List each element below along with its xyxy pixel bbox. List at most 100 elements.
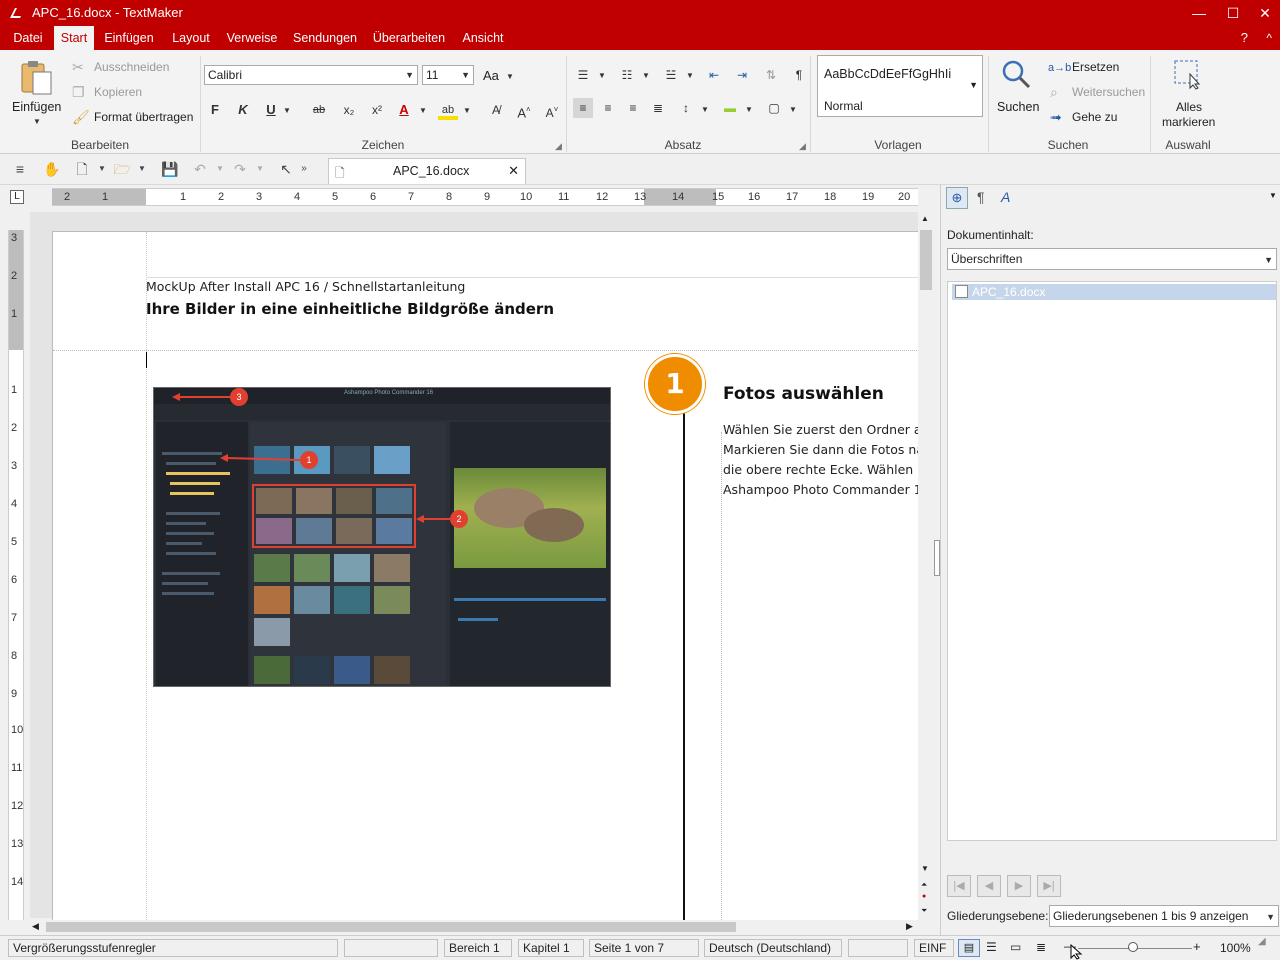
goto-button[interactable]: Gehe zu: [1072, 110, 1117, 124]
page-view-icon[interactable]: ▤: [958, 939, 980, 957]
close-button[interactable]: ✕: [1248, 0, 1280, 26]
search-icon[interactable]: [1000, 58, 1032, 90]
tab-start[interactable]: Start: [54, 26, 94, 50]
copy-button[interactable]: Kopieren: [94, 85, 142, 99]
numbered-list-icon[interactable]: ☷: [617, 65, 637, 85]
hamburger-menu-icon[interactable]: ≡: [10, 159, 30, 179]
document-outline-tree[interactable]: APC_16.docx: [947, 281, 1277, 841]
pilcrow-icon[interactable]: ¶: [977, 189, 985, 205]
hand-tool-icon[interactable]: ✋: [42, 159, 62, 179]
tab-sendungen[interactable]: Sendungen: [288, 26, 362, 50]
cut-button[interactable]: Ausschneiden: [94, 60, 169, 74]
style-gallery[interactable]: AaBbCcDdEeFfGgHhIi Normal ▼: [817, 55, 983, 117]
status-chapter[interactable]: Kapitel 1: [518, 939, 584, 957]
minimize-button[interactable]: —: [1182, 0, 1216, 26]
bullet-list-dropdown-icon[interactable]: ▼: [598, 71, 606, 80]
tab-einfuegen[interactable]: Einfügen: [98, 26, 160, 50]
pilcrow-icon[interactable]: ¶: [789, 65, 809, 85]
zoom-slider-thumb[interactable]: [1128, 942, 1138, 952]
maximize-button[interactable]: ☐: [1216, 0, 1250, 26]
status-section[interactable]: Bereich 1: [444, 939, 512, 957]
decrease-indent-icon[interactable]: ⇤: [704, 65, 724, 85]
align-left-icon[interactable]: ≡: [573, 98, 593, 118]
open-dropdown-icon[interactable]: ▼: [132, 159, 152, 179]
dialog-launcher-icon[interactable]: ◢: [799, 141, 806, 152]
grow-font-icon[interactable]: A˄: [514, 100, 534, 120]
borders-dropdown-icon[interactable]: ▼: [789, 105, 797, 114]
paste-icon[interactable]: [16, 58, 56, 98]
status-insert-mode[interactable]: EINF: [914, 939, 954, 957]
paste-button[interactable]: Einfügen: [12, 100, 61, 114]
pointer-icon[interactable]: ↖: [276, 159, 296, 179]
italic-icon[interactable]: K: [233, 100, 253, 120]
close-tab-icon[interactable]: ✕: [508, 163, 519, 179]
font-size-combo[interactable]: 11 ▼: [422, 65, 474, 85]
find-next-button[interactable]: Weitersuchen: [1072, 85, 1145, 99]
highlight-dropdown-icon[interactable]: ▼: [463, 106, 471, 115]
bullet-list-icon[interactable]: ☰: [573, 65, 593, 85]
select-all-line2[interactable]: markieren: [1162, 115, 1215, 129]
collapse-ribbon-button[interactable]: ^: [1266, 26, 1272, 50]
horizontal-ruler[interactable]: 2 1 1 2 3 4 5 6 7 8 9 10 11 12 13 14 15 16 17 18 19 20: [52, 188, 918, 206]
save-icon[interactable]: 💾: [160, 159, 180, 179]
sidebar-menu-icon[interactable]: ▼: [1269, 191, 1277, 200]
outline-checkbox[interactable]: [955, 285, 968, 298]
resize-grip-icon[interactable]: ◢: [1258, 936, 1266, 947]
scrollbar-thumb[interactable]: [46, 922, 736, 932]
chevron-down-icon[interactable]: ▼: [969, 80, 978, 90]
justify-icon[interactable]: ≣: [648, 98, 668, 118]
line-spacing-dropdown-icon[interactable]: ▼: [701, 105, 709, 114]
tab-ueberarbeiten[interactable]: Überarbeiten: [368, 26, 450, 50]
format-painter-button[interactable]: Format übertragen: [94, 110, 193, 124]
tab-verweise[interactable]: Verweise: [222, 26, 282, 50]
continuous-view-icon[interactable]: ☰: [986, 940, 997, 954]
browse-object-icon[interactable]: ●: [922, 893, 926, 900]
scroll-left-icon[interactable]: ◀: [32, 921, 39, 932]
status-language[interactable]: Deutsch (Deutschland): [704, 939, 842, 957]
document-page[interactable]: MockUp After Install APC 16 / Schnellsta…: [52, 231, 918, 921]
dialog-launcher-icon[interactable]: ◢: [555, 141, 562, 152]
prev-heading-icon[interactable]: ◀: [977, 875, 1001, 897]
tab-layout[interactable]: Layout: [166, 26, 216, 50]
tab-ansicht[interactable]: Ansicht: [456, 26, 510, 50]
align-right-icon[interactable]: ≡: [623, 98, 643, 118]
font-name-combo[interactable]: Calibri ▼: [204, 65, 418, 85]
scrollbar-thumb[interactable]: [920, 230, 932, 290]
redo-icon[interactable]: ↷: [230, 159, 250, 179]
undo-icon[interactable]: ↶: [190, 159, 210, 179]
prev-page-icon[interactable]: ⏶: [921, 880, 927, 890]
open-folder-icon[interactable]: 🗁: [112, 159, 132, 179]
styles-icon[interactable]: A: [1001, 189, 1010, 205]
scroll-down-icon[interactable]: ▼: [921, 864, 929, 873]
scroll-right-icon[interactable]: ▶: [906, 921, 913, 932]
increase-indent-icon[interactable]: ⇥: [732, 65, 752, 85]
master-page-view-icon[interactable]: ▭: [1010, 940, 1021, 954]
document-tab[interactable]: 🗋 APC_16.docx ✕: [328, 158, 526, 184]
tab-stop-selector[interactable]: L: [10, 190, 24, 204]
underline-icon[interactable]: U: [261, 100, 281, 120]
status-page[interactable]: Seite 1 von 7: [589, 939, 699, 957]
replace-button[interactable]: Ersetzen: [1072, 60, 1119, 74]
bold-icon[interactable]: F: [205, 100, 225, 120]
outline-item[interactable]: APC_16.docx: [952, 284, 1276, 300]
redo-dropdown-icon[interactable]: ▼: [250, 159, 270, 179]
last-heading-icon[interactable]: ▶|: [1037, 875, 1061, 897]
headings-filter-select[interactable]: Überschriften ▼: [947, 248, 1277, 270]
tab-datei[interactable]: Datei: [8, 26, 48, 50]
search-button[interactable]: Suchen: [997, 100, 1039, 114]
multilevel-list-icon[interactable]: ☱: [661, 65, 681, 85]
scroll-up-icon[interactable]: ▲: [921, 214, 929, 223]
shrink-font-icon[interactable]: A˅: [542, 100, 562, 120]
select-all-line1[interactable]: Alles: [1176, 100, 1202, 114]
paste-dropdown-icon[interactable]: ▼: [33, 117, 41, 126]
change-case-button[interactable]: Aa: [483, 68, 499, 83]
select-all-icon[interactable]: [1172, 58, 1204, 90]
line-spacing-icon[interactable]: ↕: [676, 98, 696, 118]
char-format-icon[interactable]: A̸: [486, 100, 506, 120]
strikethrough-icon[interactable]: ab: [309, 100, 329, 120]
zoom-level[interactable]: 100%: [1220, 941, 1251, 955]
superscript-icon[interactable]: x²: [367, 100, 387, 120]
shading-dropdown-icon[interactable]: ▼: [745, 105, 753, 114]
outline-level-select[interactable]: Gliederungsebenen 1 bis 9 anzeigen ▼: [1049, 905, 1279, 927]
outline-view-icon[interactable]: ≣: [1036, 940, 1046, 954]
